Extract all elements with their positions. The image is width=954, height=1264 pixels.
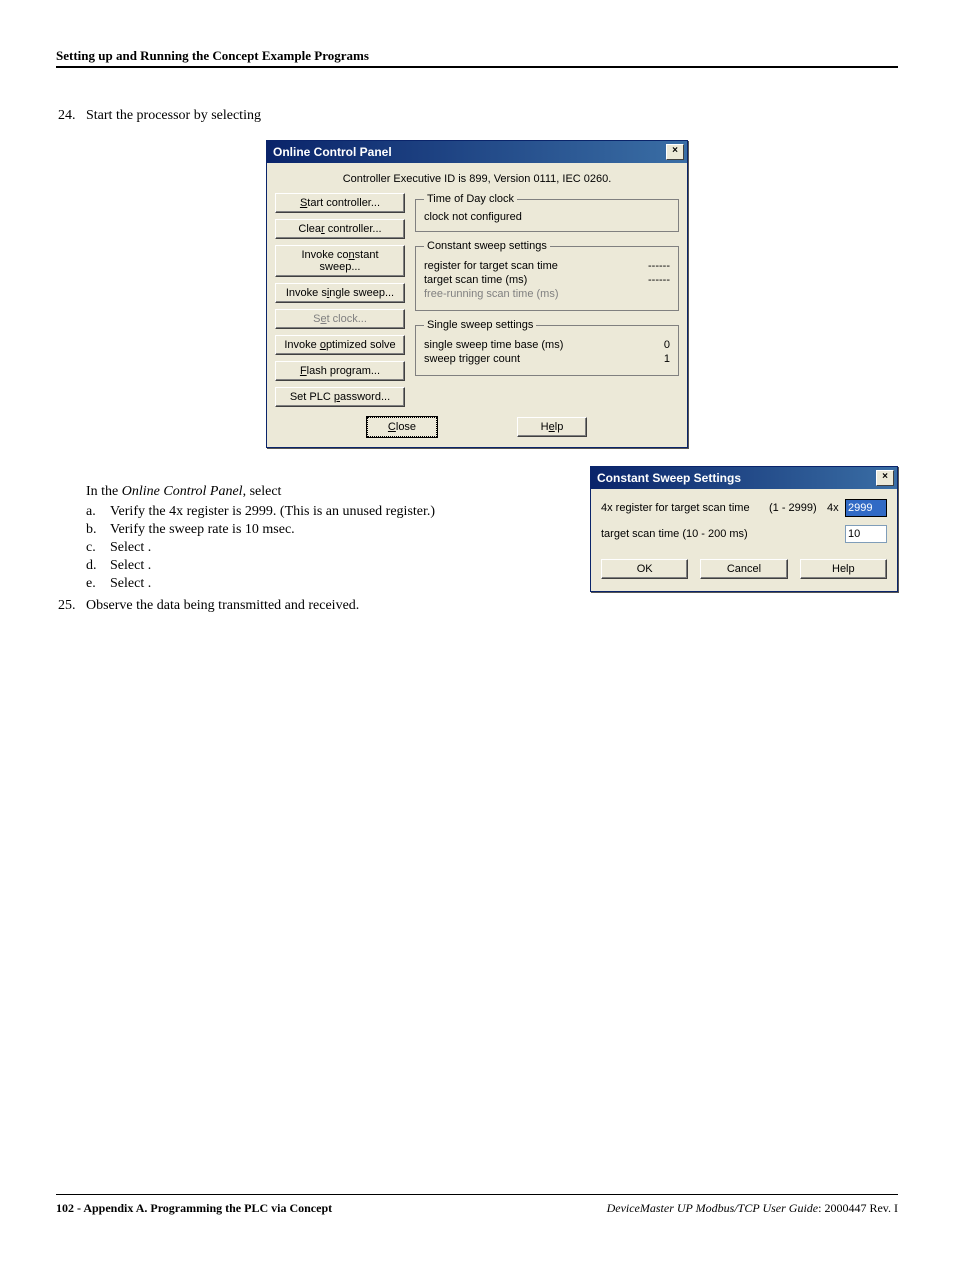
value: 0	[630, 339, 670, 351]
clear-controller-button[interactable]: Clear controller...	[275, 219, 405, 239]
start-controller-button[interactable]: Start controller...	[275, 193, 405, 213]
flash-program-button[interactable]: Flash program...	[275, 361, 405, 381]
field-range: (1 - 2999)	[769, 502, 827, 514]
label: single sweep time base (ms)	[424, 339, 630, 351]
invoke-optimized-solve-button[interactable]: Invoke optimized solve	[275, 335, 405, 355]
value: ------	[630, 274, 670, 286]
close-icon[interactable]: ×	[876, 470, 894, 486]
constant-sweep-group: Constant sweep settings register for tar…	[415, 240, 679, 311]
dialog-title: Online Control Panel	[273, 145, 392, 159]
value	[630, 288, 670, 300]
register-input[interactable]	[845, 499, 887, 517]
group-legend: Time of Day clock	[424, 193, 517, 205]
page-footer: 102 - Appendix A. Programming the PLC vi…	[56, 1194, 898, 1216]
close-button[interactable]: Close	[367, 417, 437, 437]
sub-letter: c.	[86, 540, 110, 556]
value: 1	[630, 353, 670, 365]
label: sweep trigger count	[424, 353, 630, 365]
field-label: 4x register for target scan time	[601, 502, 769, 514]
step-24: 24. Start the processor by selecting	[58, 108, 898, 124]
sub-letter: b.	[86, 522, 110, 538]
invoke-single-sweep-button[interactable]: Invoke single sweep...	[275, 283, 405, 303]
invoke-constant-sweep-button[interactable]: Invoke constant sweep...	[275, 245, 405, 277]
clock-status: clock not configured	[424, 211, 670, 223]
label: register for target scan time	[424, 260, 630, 272]
footer-right: DeviceMaster UP Modbus/TCP User Guide: 2…	[607, 1201, 898, 1216]
cancel-button[interactable]: Cancel	[700, 559, 787, 579]
set-clock-button: Set clock...	[275, 309, 405, 329]
scan-time-input[interactable]	[845, 525, 887, 543]
controller-id-text: Controller Executive ID is 899, Version …	[275, 173, 679, 185]
sub-letter: e.	[86, 576, 110, 592]
sub-text: Select .	[110, 576, 510, 592]
step-text: Observe the data being transmitted and r…	[86, 598, 570, 614]
label: target scan time (ms)	[424, 274, 630, 286]
label: free-running scan time (ms)	[424, 288, 630, 300]
help-button[interactable]: Help	[800, 559, 887, 579]
field-label: target scan time (10 - 200 ms)	[601, 528, 769, 540]
instruction-intro: In the Online Control Panel, select	[86, 484, 570, 500]
group-legend: Constant sweep settings	[424, 240, 550, 252]
sub-text: Verify the sweep rate is 10 msec.	[110, 522, 510, 538]
sub-text: Select .	[110, 540, 510, 556]
dialog-title: Constant Sweep Settings	[597, 471, 741, 485]
constant-sweep-settings-dialog: Constant Sweep Settings × 4x register fo…	[590, 466, 898, 592]
single-sweep-group: Single sweep settings single sweep time …	[415, 319, 679, 376]
footer-left: 102 - Appendix A. Programming the PLC vi…	[56, 1201, 332, 1216]
sub-letter: d.	[86, 558, 110, 574]
page-header: Setting up and Running the Concept Examp…	[56, 48, 898, 68]
field-prefix: 4x	[827, 502, 845, 514]
close-icon[interactable]: ×	[666, 144, 684, 160]
group-legend: Single sweep settings	[424, 319, 536, 331]
dialog-title-bar: Constant Sweep Settings ×	[591, 467, 897, 489]
dialog-title-bar: Online Control Panel ×	[267, 141, 687, 163]
help-button[interactable]: Help	[517, 417, 587, 437]
sub-letter: a.	[86, 504, 110, 520]
set-plc-password-button[interactable]: Set PLC password...	[275, 387, 405, 407]
time-of-day-group: Time of Day clock clock not configured	[415, 193, 679, 232]
sub-text: Verify the 4x register is 2999. (This is…	[110, 504, 510, 520]
sub-text: Select .	[110, 558, 510, 574]
step-text: Start the processor by selecting	[86, 108, 898, 124]
ok-button[interactable]: OK	[601, 559, 688, 579]
step-number: 24.	[58, 108, 86, 124]
step-number: 25.	[58, 598, 86, 614]
value: ------	[630, 260, 670, 272]
online-control-panel-dialog: Online Control Panel × Controller Execut…	[266, 140, 688, 448]
